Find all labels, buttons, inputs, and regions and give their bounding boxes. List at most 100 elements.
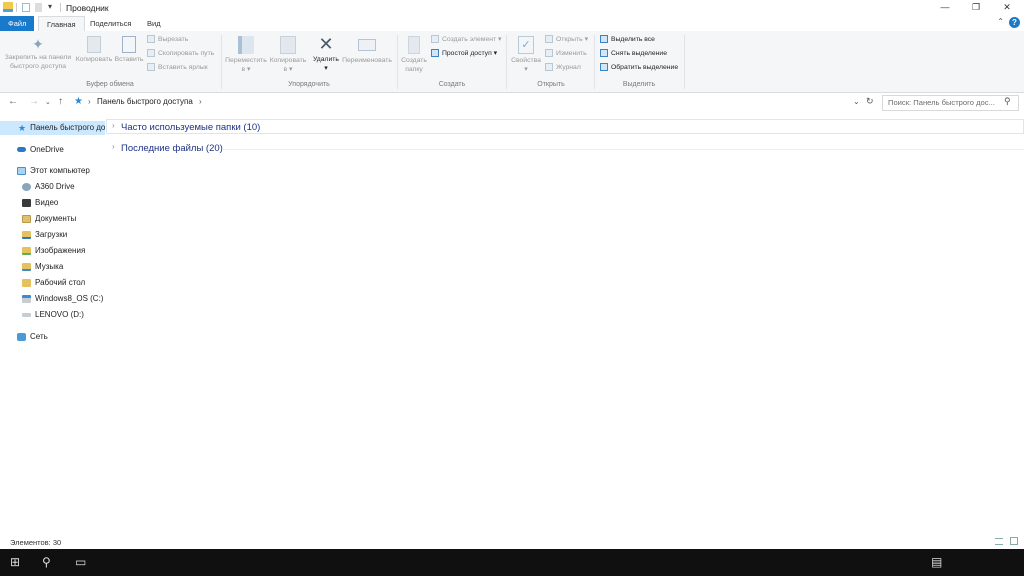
quick-access-toolbar-dropdown-icon[interactable]: ▾ <box>48 2 52 11</box>
desktop-folder-icon <box>22 278 31 287</box>
large-icons-view-icon[interactable] <box>1010 537 1018 545</box>
rename-icon <box>358 39 376 51</box>
sidebar-item-a360-drive[interactable]: A360 Drive <box>0 180 105 194</box>
edit-button[interactable]: Изменить <box>545 49 587 59</box>
select-none-button[interactable]: Снять выделение <box>600 49 667 59</box>
paste-shortcut-button[interactable]: Вставить ярлык <box>147 63 208 73</box>
sidebar-item-drive-c[interactable]: Windows8_OS (C:) <box>0 292 105 306</box>
refresh-icon[interactable]: ↻ <box>866 96 874 107</box>
edit-icon <box>545 49 553 58</box>
copy-path-label: Скопировать путь <box>158 50 215 57</box>
close-icon[interactable]: ✕ <box>992 0 1022 15</box>
sidebar-item-downloads[interactable]: Загрузки <box>0 228 105 242</box>
sidebar-item-label: Этот компьютер <box>30 166 90 175</box>
rename-button[interactable]: Переименовать <box>340 36 394 65</box>
easy-access-icon <box>431 49 439 58</box>
expand-chevron-icon[interactable]: › <box>112 142 115 151</box>
copy-path-button[interactable]: Скопировать путь <box>147 49 214 59</box>
task-view-icon[interactable]: ▭ <box>75 555 86 569</box>
group-label-new: Создать <box>438 81 466 88</box>
help-icon[interactable]: ? <box>1009 17 1020 28</box>
up-arrow-icon[interactable]: ↑ <box>58 96 63 107</box>
sidebar-item-label: Сеть <box>30 332 48 341</box>
history-label: Журнал <box>556 64 581 71</box>
forward-arrow-icon[interactable]: → <box>29 96 39 107</box>
sidebar-item-label: Музыка <box>35 262 64 271</box>
breadcrumb-separator-icon[interactable]: › <box>88 97 91 106</box>
move-to-button[interactable]: Переместить в ▾ <box>224 36 268 74</box>
sidebar-item-desktop[interactable]: Рабочий стол <box>0 276 105 290</box>
maximize-icon[interactable]: ❐ <box>961 0 991 15</box>
copy-button[interactable]: Копировать <box>73 36 115 64</box>
easy-access-button[interactable]: Простой доступ ▾ <box>431 49 497 59</box>
tab-share[interactable]: Поделиться <box>82 16 139 31</box>
paste-button[interactable]: Вставить <box>113 36 145 64</box>
move-to-icon <box>238 36 254 54</box>
sidebar-item-network[interactable]: Сеть <box>0 330 105 344</box>
search-icon[interactable]: ⚲ <box>42 555 51 569</box>
new-item-button[interactable]: Создать элемент ▾ <box>431 35 501 45</box>
properties-button[interactable]: ✓ Свойства ▾ <box>509 36 543 74</box>
tab-file[interactable]: Файл <box>0 16 35 31</box>
windows-start-icon[interactable]: ⊞ <box>10 555 20 569</box>
open-button[interactable]: Открыть ▾ <box>545 35 588 45</box>
paste-icon <box>122 36 136 53</box>
system-drive-icon <box>22 294 31 303</box>
sidebar-item-music[interactable]: Музыка <box>0 260 105 274</box>
breadcrumb[interactable]: Панель быстрого доступа <box>97 97 193 106</box>
properties-dropdown-icon[interactable]: ▾ <box>509 65 543 74</box>
history-button[interactable]: Журнал <box>545 63 581 73</box>
properties-label: Свойства <box>511 57 541 64</box>
documents-folder-icon <box>22 214 31 223</box>
easy-access-label: Простой доступ ▾ <box>442 50 498 57</box>
divider <box>60 3 61 12</box>
select-all-icon <box>600 35 608 44</box>
delete-dropdown-icon[interactable]: ▾ <box>311 64 341 73</box>
cloud-icon <box>17 147 26 153</box>
copy-to-label-2: в ▾ <box>283 66 293 73</box>
address-dropdown-icon[interactable]: ⌄ <box>853 97 860 106</box>
paste-label: Вставить <box>114 56 144 63</box>
explorer-icon[interactable] <box>3 2 13 12</box>
collapse-ribbon-icon[interactable]: ⌃ <box>997 17 1004 26</box>
taskbar <box>0 549 1024 576</box>
invert-selection-button[interactable]: Обратить выделение <box>600 63 678 73</box>
sidebar-item-quick-access[interactable]: ★Панель быстрого доступа <box>0 121 105 135</box>
sidebar-item-drive-d[interactable]: LENOVO (D:) <box>0 308 105 322</box>
sidebar-item-this-pc[interactable]: Этот компьютер <box>0 164 105 178</box>
breadcrumb-chevron-icon[interactable]: › <box>199 97 202 106</box>
new-folder-quick-icon[interactable] <box>35 3 42 12</box>
star-icon: ★ <box>18 123 27 133</box>
new-item-icon <box>431 35 439 44</box>
sidebar-item-label: Видео <box>35 198 59 207</box>
group-header-recent-files[interactable]: Последние файлы (20) <box>121 143 223 154</box>
pin-quick-access-button[interactable]: ✦ Закрепить на панели быстрого доступа <box>3 37 73 71</box>
group-separator <box>221 35 222 89</box>
delete-button[interactable]: ✕ Удалить ▾ <box>311 35 341 73</box>
cut-button[interactable]: Вырезать <box>147 35 188 45</box>
edit-label: Изменить <box>556 50 587 57</box>
sidebar-item-videos[interactable]: Видео <box>0 196 105 210</box>
divider <box>16 3 17 12</box>
sidebar-item-pictures[interactable]: Изображения <box>0 244 105 258</box>
properties-quick-icon[interactable] <box>22 3 30 12</box>
sidebar-item-documents[interactable]: Документы <box>0 212 105 226</box>
action-center-icon[interactable]: ▤ <box>931 555 942 569</box>
a360-drive-icon <box>22 182 31 191</box>
new-folder-button[interactable]: Создать папку <box>399 36 429 74</box>
recent-locations-chevron-icon[interactable]: ⌄ <box>45 98 51 106</box>
open-label: Открыть ▾ <box>556 36 588 43</box>
tab-view[interactable]: Вид <box>139 16 169 31</box>
copy-to-button[interactable]: Копировать в ▾ <box>267 36 309 74</box>
search-icon[interactable]: ⚲ <box>1004 96 1011 107</box>
expand-chevron-icon[interactable]: › <box>112 121 115 130</box>
sidebar-item-onedrive[interactable]: OneDrive <box>0 143 105 157</box>
details-view-icon[interactable] <box>995 538 1003 545</box>
select-none-label: Снять выделение <box>611 50 667 57</box>
back-arrow-icon[interactable]: ← <box>8 96 18 107</box>
select-all-button[interactable]: Выделить все <box>600 35 655 45</box>
sidebar-item-label: Загрузки <box>35 230 68 239</box>
properties-icon: ✓ <box>518 36 534 54</box>
sidebar-item-label: LENOVO (D:) <box>35 310 84 319</box>
minimize-icon[interactable]: — <box>930 0 960 15</box>
